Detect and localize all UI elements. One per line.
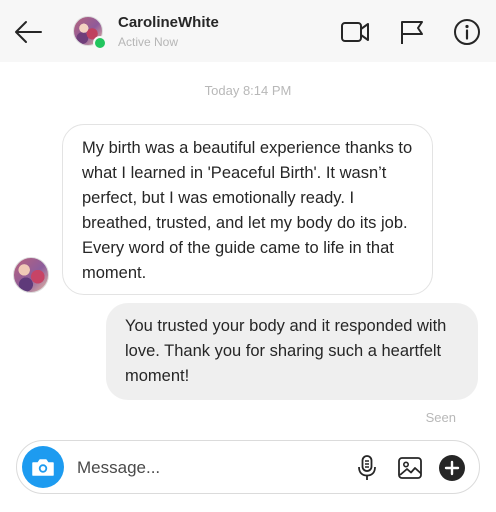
gallery-button[interactable]	[396, 454, 424, 482]
back-arrow-icon	[15, 21, 42, 43]
contact-status: Active Now	[118, 35, 179, 49]
camera-button[interactable]	[22, 446, 64, 488]
camera-icon	[32, 459, 54, 476]
contact-name[interactable]: CarolineWhite	[118, 14, 219, 31]
plus-icon	[439, 455, 465, 481]
flag-icon	[401, 21, 423, 44]
voice-message-button[interactable]	[353, 454, 381, 482]
incoming-message-bubble[interactable]: My birth was a beautiful experience than…	[62, 124, 433, 295]
online-status-dot	[93, 36, 107, 50]
image-icon	[398, 457, 422, 479]
video-camera-icon	[341, 22, 369, 42]
sender-avatar[interactable]	[13, 257, 49, 293]
chat-header: CarolineWhite Active Now	[0, 0, 496, 62]
info-button[interactable]	[452, 18, 482, 46]
report-flag-button[interactable]	[397, 18, 427, 46]
microphone-icon	[358, 455, 376, 480]
back-button[interactable]	[12, 18, 44, 46]
more-actions-button[interactable]	[438, 454, 466, 482]
video-call-button[interactable]	[340, 18, 370, 46]
message-timestamp: Today 8:14 PM	[204, 83, 292, 98]
seen-receipt: Seen	[425, 410, 456, 425]
outgoing-message-bubble[interactable]: You trusted your body and it responded w…	[106, 303, 478, 400]
message-input[interactable]	[77, 456, 347, 480]
info-icon	[454, 19, 480, 45]
contact-avatar-wrap[interactable]	[73, 16, 107, 50]
chat-window: CarolineWhite Active Now Today 8:14 PM M…	[0, 0, 496, 512]
message-composer	[16, 440, 480, 494]
